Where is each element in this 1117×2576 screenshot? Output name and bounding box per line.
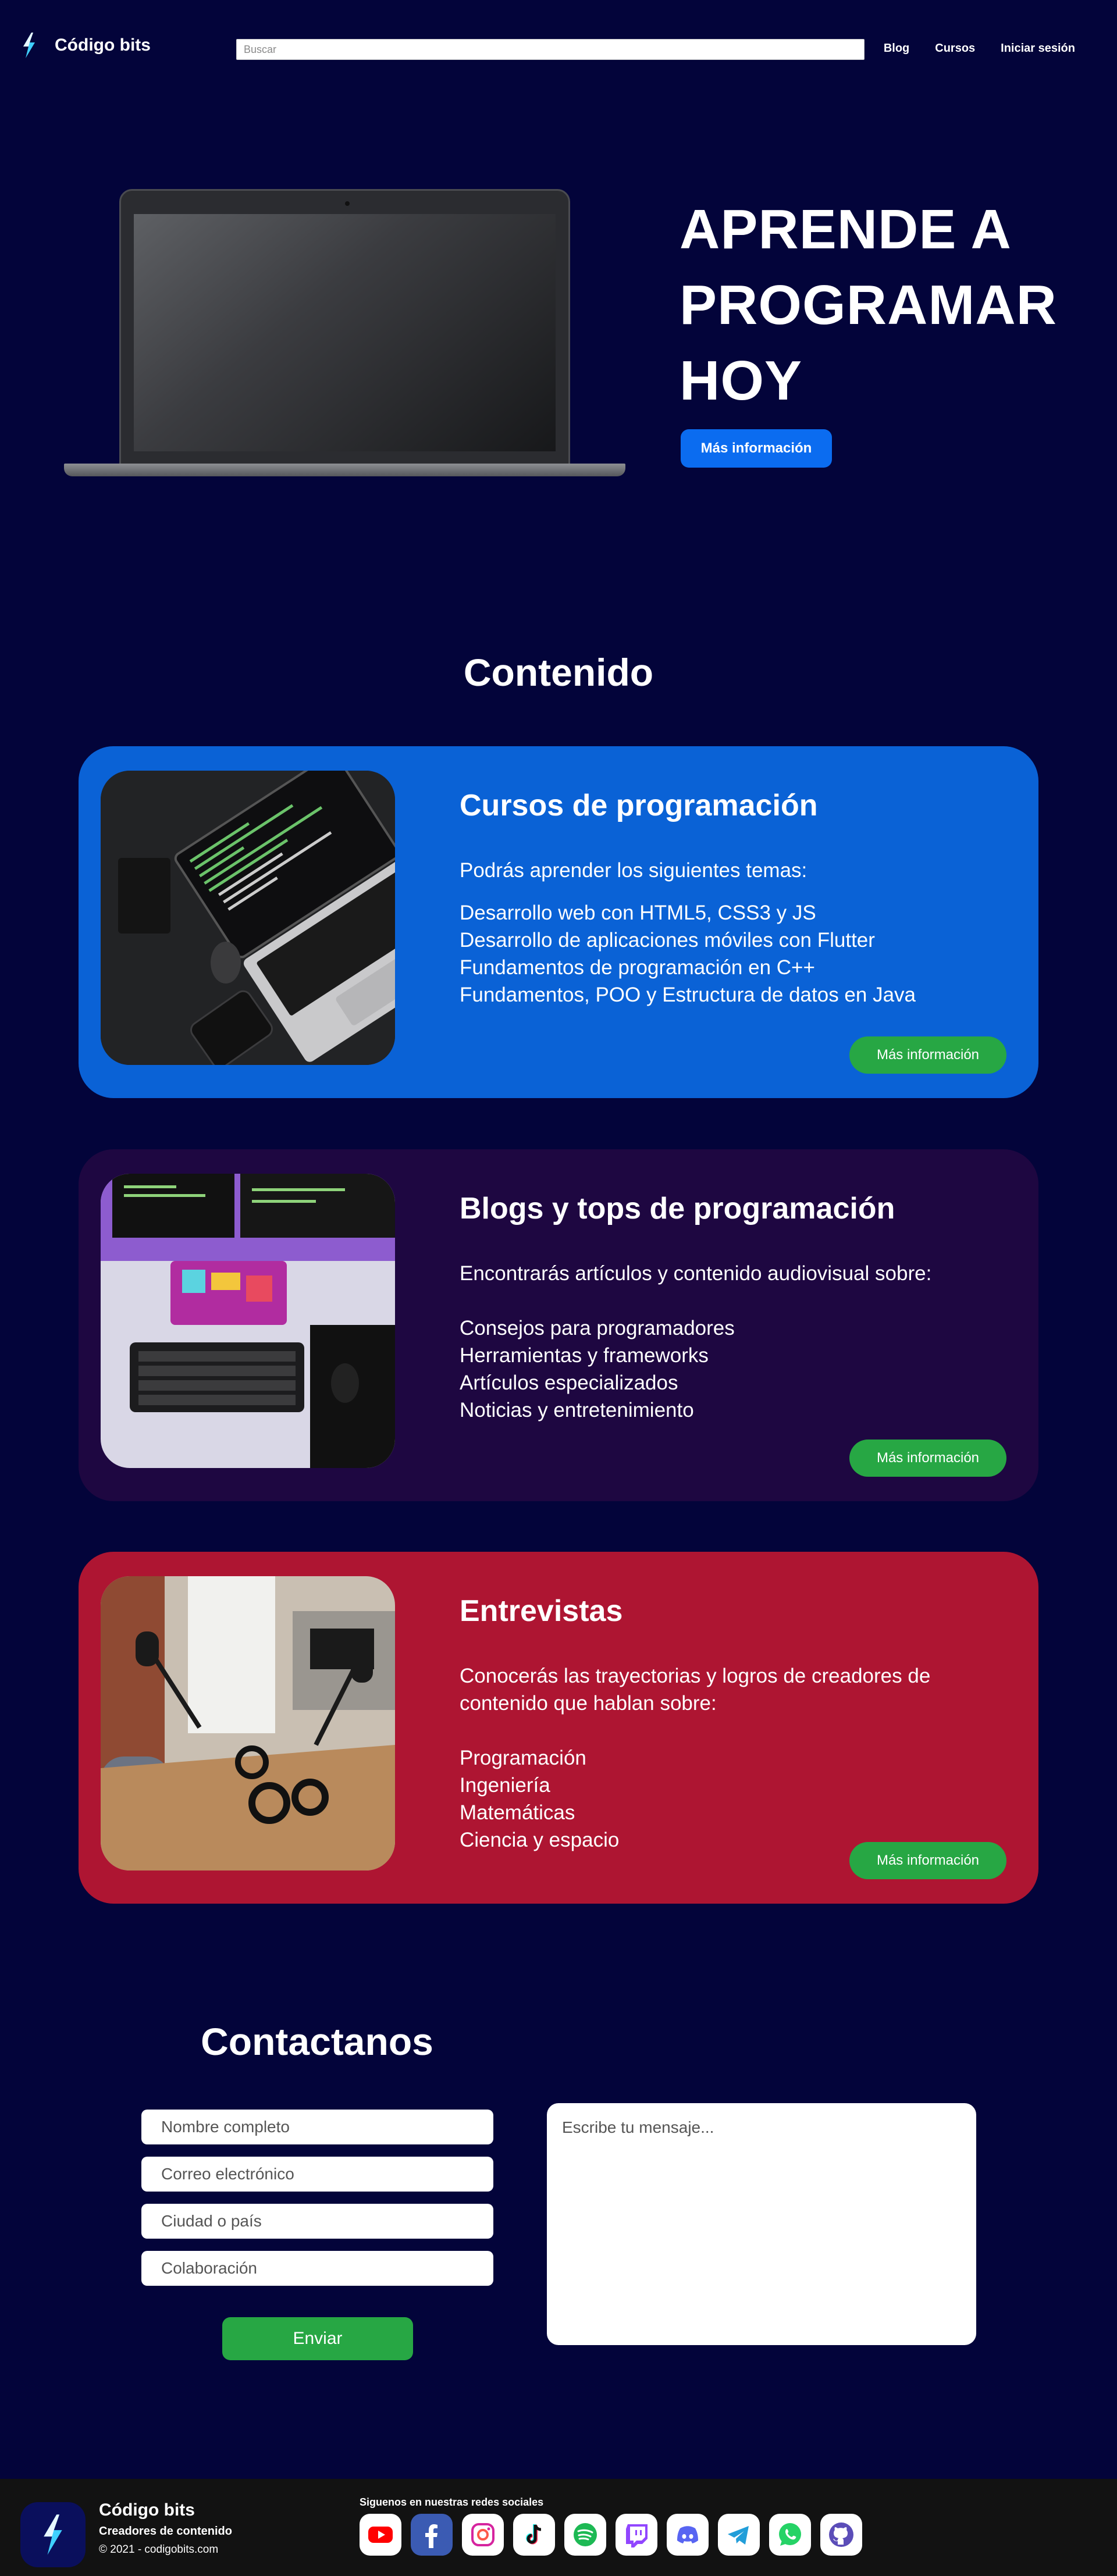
card-image-desk-setup bbox=[101, 1174, 395, 1468]
laptop-base bbox=[64, 464, 625, 476]
social-links bbox=[360, 2514, 862, 2556]
discord-icon[interactable] bbox=[667, 2514, 709, 2556]
card-more-info-button[interactable]: Más información bbox=[849, 1440, 1006, 1477]
collaboration-field[interactable] bbox=[141, 2251, 493, 2286]
footer-brand-name: Código bits bbox=[99, 2500, 195, 2520]
card-more-info-button[interactable]: Más información bbox=[849, 1842, 1006, 1879]
list-item: Ingeniería bbox=[460, 1774, 550, 1797]
card-description: Conocerás las trayectorias y logros de c… bbox=[460, 1662, 1001, 1854]
card-description: Podrás aprender los siguientes temas: De… bbox=[460, 857, 1001, 1009]
list-item: Fundamentos, POO y Estructura de datos e… bbox=[460, 984, 916, 1006]
laptop-screen bbox=[134, 214, 556, 451]
content-section-title: Contenido bbox=[463, 651, 654, 694]
list-item: Fundamentos de programación en C++ bbox=[460, 956, 815, 979]
nav-links: Blog Cursos Iniciar sesión bbox=[884, 42, 1075, 55]
tiktok-icon[interactable] bbox=[513, 2514, 555, 2556]
footer: Código bits Creadores de contenido © 202… bbox=[0, 2479, 1117, 2576]
spotify-icon[interactable] bbox=[564, 2514, 606, 2556]
list-item: Desarrollo de aplicaciones móviles con F… bbox=[460, 929, 875, 952]
hero-more-info-button[interactable]: Más información bbox=[681, 429, 832, 468]
brand-name: Código bits bbox=[55, 35, 151, 55]
full-name-field[interactable] bbox=[141, 2110, 493, 2144]
whatsapp-icon[interactable] bbox=[769, 2514, 811, 2556]
card-intro: Podrás aprender los siguientes temas: bbox=[460, 859, 807, 882]
list-item: Herramientas y frameworks bbox=[460, 1344, 709, 1367]
footer-logo bbox=[20, 2502, 86, 2567]
card-topic-list: Consejos para programadores Herramientas… bbox=[460, 1314, 1001, 1424]
card-image-laptop-desk bbox=[101, 771, 395, 1065]
laptop-camera bbox=[345, 201, 350, 206]
card-title: Entrevistas bbox=[460, 1594, 623, 1628]
hero-title: APRENDE A PROGRAMAR HOY bbox=[680, 198, 1057, 412]
facebook-icon[interactable] bbox=[411, 2514, 453, 2556]
brand-link[interactable]: Código bits bbox=[21, 33, 151, 58]
list-item: Desarrollo web con HTML5, CSS3 y JS bbox=[460, 902, 816, 924]
github-icon[interactable] bbox=[820, 2514, 862, 2556]
card-description: Encontrarás artículos y contenido audiov… bbox=[460, 1260, 1001, 1424]
card-image-podcast-studio bbox=[101, 1576, 395, 1870]
message-textarea[interactable] bbox=[547, 2103, 976, 2345]
contact-section-title: Contactanos bbox=[201, 2020, 433, 2063]
youtube-icon[interactable] bbox=[360, 2514, 401, 2556]
nav-link-cursos[interactable]: Cursos bbox=[935, 42, 975, 55]
city-country-field[interactable] bbox=[141, 2204, 493, 2239]
top-navbar: Código bits Blog Cursos Iniciar sesión bbox=[0, 0, 1117, 93]
nav-link-blog[interactable]: Blog bbox=[884, 42, 909, 55]
bolt-logo-icon bbox=[44, 2514, 62, 2555]
bolt-logo-icon bbox=[23, 33, 35, 58]
list-item: Noticias y entretenimiento bbox=[460, 1399, 694, 1421]
card-topic-list: Programación Ingeniería Matemáticas Cien… bbox=[460, 1744, 1001, 1854]
footer-brand: Código bits Creadores de contenido © 202… bbox=[99, 2499, 232, 2559]
card-topic-list: Desarrollo web con HTML5, CSS3 y JS Desa… bbox=[460, 899, 1001, 1009]
search-input[interactable] bbox=[236, 39, 865, 60]
email-field[interactable] bbox=[141, 2157, 493, 2192]
card-intro: Conocerás las trayectorias y logros de c… bbox=[460, 1665, 931, 1715]
hero-laptop-image bbox=[64, 189, 625, 480]
list-item: Programación bbox=[460, 1747, 586, 1769]
footer-copyright: © 2021 - codigobits.com bbox=[99, 2543, 219, 2556]
list-item: Consejos para programadores bbox=[460, 1317, 735, 1339]
social-label: Siguenos en nuestras redes sociales bbox=[360, 2496, 544, 2508]
footer-subtitle: Creadores de contenido bbox=[99, 2525, 232, 2538]
list-item: Matemáticas bbox=[460, 1801, 575, 1824]
laptop-lid bbox=[119, 189, 570, 465]
nav-link-login[interactable]: Iniciar sesión bbox=[1001, 42, 1075, 55]
telegram-icon[interactable] bbox=[718, 2514, 760, 2556]
send-button[interactable]: Enviar bbox=[222, 2317, 413, 2360]
card-title: Cursos de programación bbox=[460, 789, 818, 822]
list-item: Artículos especializados bbox=[460, 1371, 678, 1394]
card-more-info-button[interactable]: Más información bbox=[849, 1036, 1006, 1074]
instagram-icon[interactable] bbox=[462, 2514, 504, 2556]
card-title: Blogs y tops de programación bbox=[460, 1192, 895, 1225]
card-intro: Encontrarás artículos y contenido audiov… bbox=[460, 1262, 932, 1285]
twitch-icon[interactable] bbox=[616, 2514, 657, 2556]
card-blogs: Blogs y tops de programación Encontrarás… bbox=[79, 1149, 1038, 1501]
card-cursos: Cursos de programación Podrás aprender l… bbox=[79, 746, 1038, 1098]
card-entrevistas: Entrevistas Conocerás las trayectorias y… bbox=[79, 1552, 1038, 1904]
